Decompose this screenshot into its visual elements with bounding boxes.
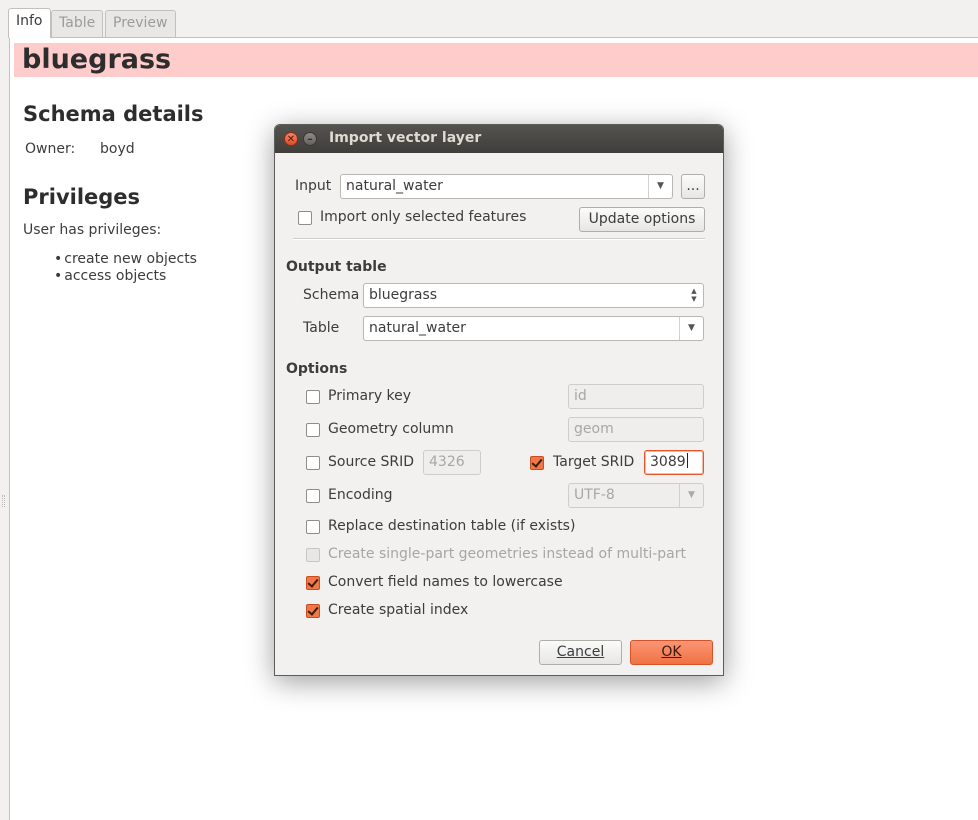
- input-layer-combo[interactable]: natural_water ▼: [340, 174, 673, 199]
- privilege-item-label: create new objects: [64, 251, 197, 267]
- dialog-title: Import vector layer: [329, 130, 482, 146]
- tab-bar: Info Table Preview: [0, 0, 978, 38]
- tab-preview[interactable]: Preview: [105, 10, 176, 37]
- tab-table-label: Table: [59, 15, 96, 31]
- minimize-icon[interactable]: –: [303, 132, 317, 146]
- replace-table-checkbox[interactable]: [306, 520, 320, 534]
- update-options-button[interactable]: Update options: [579, 207, 705, 232]
- cancel-button[interactable]: Cancel: [539, 640, 622, 665]
- ok-button-label: OK: [661, 644, 682, 660]
- encoding-checkbox[interactable]: [306, 489, 320, 503]
- dropdown-arrow-icon[interactable]: ▼: [648, 175, 672, 198]
- import-selected-checkbox[interactable]: [298, 211, 312, 225]
- lowercase-checkbox[interactable]: [306, 576, 320, 590]
- geometry-column-label: Geometry column: [328, 421, 454, 437]
- source-srid-label: Source SRID: [328, 454, 415, 470]
- input-label: Input: [295, 178, 332, 194]
- input-layer-value: natural_water: [346, 178, 443, 194]
- table-label: Table: [303, 320, 340, 336]
- schema-combo[interactable]: bluegrass ▲ ▼: [363, 283, 704, 308]
- privileges-heading: Privileges: [23, 185, 141, 209]
- single-part-label: Create single-part geometries instead of…: [328, 546, 686, 562]
- table-value: natural_water: [369, 320, 466, 336]
- tab-info-label: Info: [16, 13, 43, 29]
- encoding-value: UTF-8: [574, 487, 615, 503]
- owner-value: boyd: [100, 141, 135, 157]
- owner-label: Owner:: [25, 141, 76, 157]
- encoding-label: Encoding: [328, 487, 393, 503]
- privilege-item-label: access objects: [64, 268, 167, 284]
- import-vector-layer-dialog: ✕ – Import vector layer Input natural_wa…: [274, 124, 724, 676]
- spin-arrows-icon: ▲ ▼: [691, 287, 697, 303]
- text-caret: [686, 453, 688, 468]
- table-combo[interactable]: natural_water ▼: [363, 316, 704, 341]
- separator: [293, 238, 705, 240]
- target-srid-checkbox[interactable]: [530, 456, 544, 470]
- target-srid-label: Target SRID: [553, 454, 635, 470]
- target-srid-value: 3089: [650, 454, 686, 470]
- ok-button[interactable]: OK: [630, 640, 713, 665]
- cancel-button-label: Cancel: [556, 644, 605, 660]
- dropdown-arrow-icon[interactable]: ▼: [679, 484, 703, 507]
- dropdown-arrow-icon[interactable]: ▼: [679, 317, 703, 340]
- replace-table-label: Replace destination table (if exists): [328, 518, 576, 534]
- primary-key-field[interactable]: id: [568, 384, 704, 409]
- source-srid-field[interactable]: 4326: [423, 450, 481, 475]
- close-icon[interactable]: ✕: [284, 132, 298, 146]
- source-srid-checkbox[interactable]: [306, 456, 320, 470]
- layer-title: bluegrass: [14, 43, 978, 77]
- schema-details-heading: Schema details: [23, 102, 204, 126]
- geometry-column-checkbox[interactable]: [306, 423, 320, 437]
- tab-table[interactable]: Table: [51, 10, 104, 37]
- dialog-titlebar[interactable]: ✕ – Import vector layer: [275, 125, 723, 153]
- output-table-heading: Output table: [286, 259, 387, 275]
- spatial-index-label: Create spatial index: [328, 602, 469, 618]
- geometry-column-field[interactable]: geom: [568, 417, 704, 442]
- splitter-handle[interactable]: [2, 495, 5, 507]
- schema-value: bluegrass: [369, 287, 438, 303]
- primary-key-label: Primary key: [328, 388, 412, 404]
- encoding-combo[interactable]: UTF-8 ▼: [568, 483, 704, 508]
- lowercase-label: Convert field names to lowercase: [328, 574, 563, 590]
- target-srid-field[interactable]: 3089: [644, 450, 704, 475]
- tab-info[interactable]: Info: [8, 8, 51, 38]
- schema-label: Schema: [303, 287, 360, 303]
- import-selected-label: Import only selected features: [320, 209, 527, 225]
- primary-key-checkbox[interactable]: [306, 390, 320, 404]
- spatial-index-checkbox[interactable]: [306, 604, 320, 618]
- privilege-item: access objects: [54, 268, 166, 284]
- tab-preview-label: Preview: [113, 15, 168, 31]
- browse-button[interactable]: ...: [681, 174, 705, 199]
- privileges-intro: User has privileges:: [23, 222, 162, 238]
- privilege-item: create new objects: [54, 251, 197, 267]
- options-heading: Options: [286, 361, 348, 377]
- single-part-checkbox[interactable]: [306, 548, 320, 562]
